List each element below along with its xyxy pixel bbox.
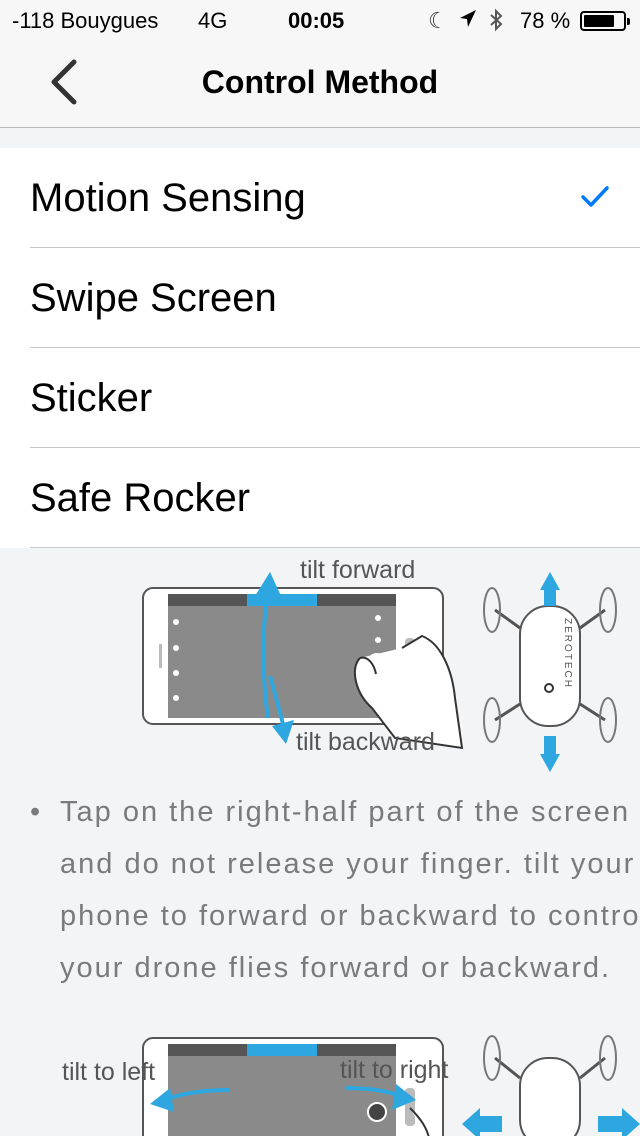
drone-icon <box>483 572 617 772</box>
instruction-text: • Tap on the right-half part of the scre… <box>30 786 640 994</box>
bluetooth-icon <box>488 8 504 38</box>
option-sticker[interactable]: Sticker <box>0 348 640 448</box>
battery-icon <box>580 11 630 31</box>
navigation-bar: Control Method <box>0 40 640 128</box>
instruction-line: and do not release your finger. tilt you… <box>60 848 636 880</box>
instruction-line: Tap on the right-half part of the screen <box>60 796 631 828</box>
location-arrow-icon <box>458 8 478 36</box>
battery-tip <box>627 18 630 25</box>
battery-percentage: 78 % <box>520 8 571 33</box>
option-label: Safe Rocker <box>30 476 251 520</box>
tilt-forward-label: tilt forward <box>300 556 416 584</box>
option-motion-sensing[interactable]: Motion Sensing <box>0 148 640 248</box>
tilt-right-label: tilt to right <box>340 1056 449 1084</box>
network-type: 4G <box>198 8 228 33</box>
tilt-backward-label: tilt backward <box>296 728 435 756</box>
tilt-left-label: tilt to left <box>62 1058 156 1086</box>
bullet: • <box>30 796 43 828</box>
battery-fill <box>584 15 614 27</box>
carrier-label: -118 Bouygues <box>12 8 159 33</box>
option-label: Swipe Screen <box>30 276 277 320</box>
page-title: Control Method <box>201 64 439 100</box>
status-bar: -118 Bouygues 4G 00:05 ☾ 78 % <box>0 0 640 40</box>
checkmark-icon <box>581 186 609 207</box>
option-safe-rocker[interactable]: Safe Rocker <box>0 448 640 548</box>
drone-icon <box>462 1035 640 1136</box>
option-label: Sticker <box>30 376 153 420</box>
option-label: Motion Sensing <box>30 176 306 220</box>
control-method-list: Motion Sensing Swipe Screen Sticker Safe… <box>0 148 640 548</box>
instruction-line: phone to forward or backward to control <box>60 900 640 932</box>
instruction-line: your drone flies forward or backward. <box>60 952 612 984</box>
do-not-disturb-icon: ☾ <box>428 8 448 33</box>
clock: 00:05 <box>288 8 345 33</box>
option-swipe-screen[interactable]: Swipe Screen <box>0 248 640 348</box>
brand-label: ZEROTECH <box>562 618 573 689</box>
